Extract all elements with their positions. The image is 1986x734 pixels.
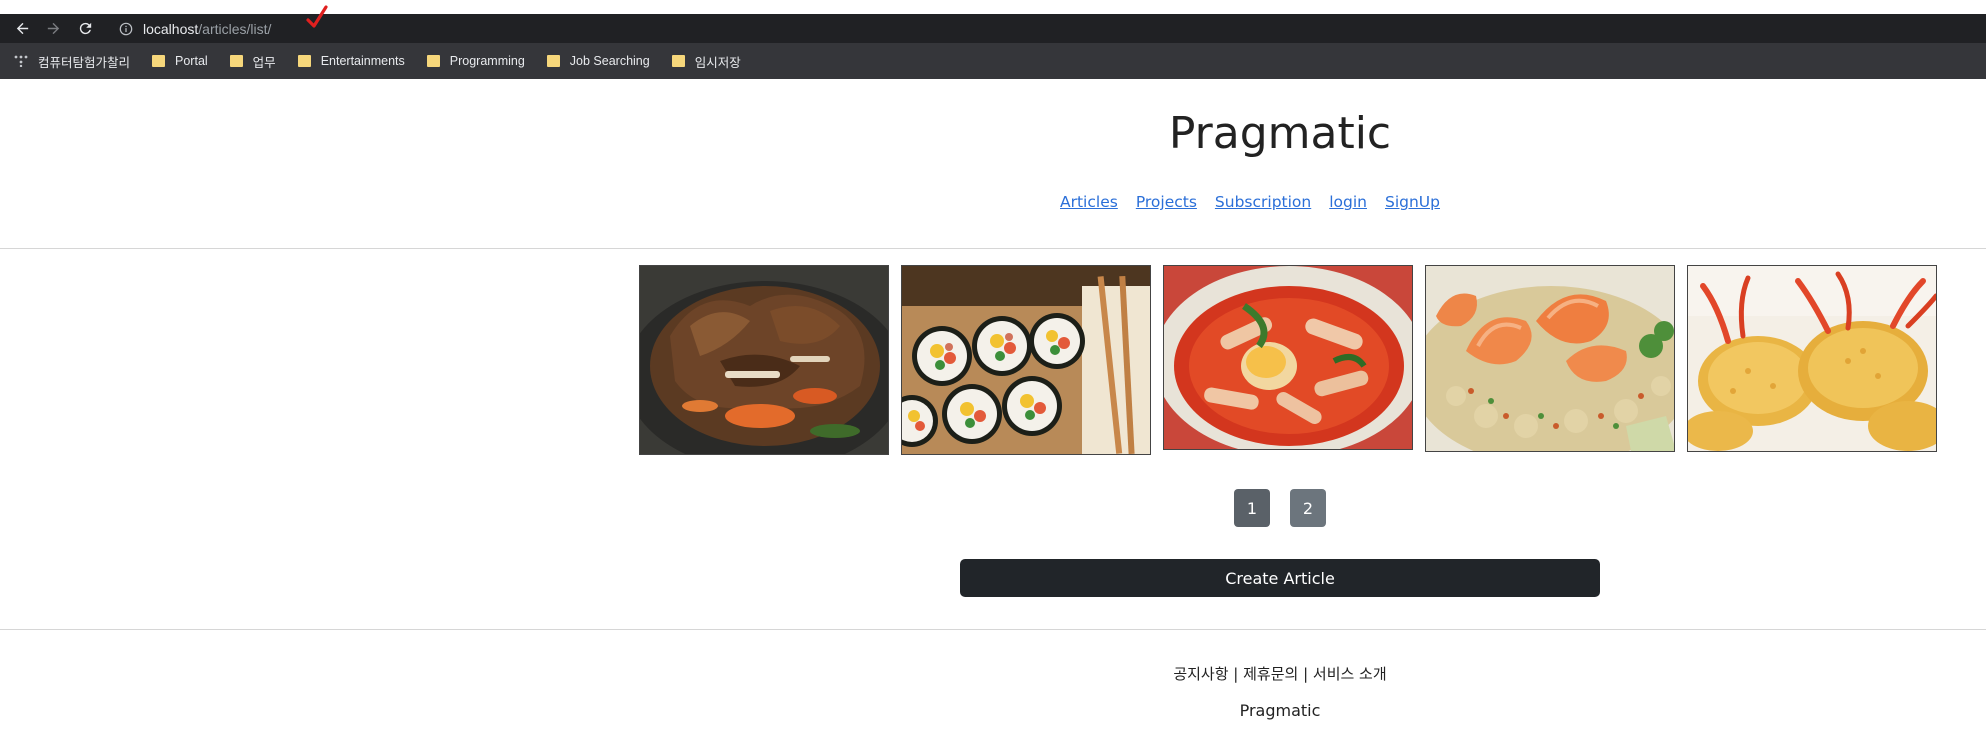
footer-brand: Pragmatic	[1239, 701, 1321, 720]
bookmark-label: Programming	[449, 54, 525, 68]
bookmark-item[interactable]: 임시저장	[671, 52, 741, 71]
site-title: Pragmatic	[1168, 108, 1392, 159]
folder-icon	[671, 55, 685, 67]
nav-link-projects[interactable]: Projects	[1136, 193, 1197, 211]
bookmark-label: 컴퓨터탐험가찰리	[38, 55, 131, 70]
bookmark-item[interactable]: Portal	[152, 54, 208, 68]
arrow-left-icon	[16, 22, 28, 35]
article-card[interactable]	[639, 265, 889, 455]
bookmark-label: 업무	[252, 55, 276, 70]
bookmark-item[interactable]: 업무	[229, 52, 276, 71]
article-card[interactable]	[1425, 265, 1675, 452]
bookmark-item[interactable]: 컴퓨터탐험가찰리	[14, 52, 130, 71]
bookmarks-bar: 컴퓨터탐험가찰리 Portal 업무 Entertainments Progra…	[0, 43, 1986, 79]
bookmark-label: 임시저장	[694, 55, 741, 70]
gimbap-photo	[902, 266, 1150, 454]
info-icon[interactable]	[118, 21, 133, 36]
url-text: localhost/articles/list/	[143, 21, 271, 37]
nav-link-signup[interactable]: SignUp	[1385, 193, 1440, 211]
bookmark-item[interactable]: Entertainments	[297, 54, 405, 68]
back-button[interactable]	[10, 14, 34, 43]
create-article-button[interactable]: Create Article	[960, 559, 1600, 597]
forward-button[interactable]	[41, 14, 65, 43]
arrow-right-icon	[47, 22, 59, 35]
nav-link-articles[interactable]: Articles	[1060, 193, 1118, 211]
galbi-stew-photo	[640, 266, 888, 454]
header-divider	[0, 248, 1986, 249]
footer-divider	[0, 629, 1986, 630]
page-button-2[interactable]: 2	[1290, 489, 1326, 527]
reload-icon	[79, 22, 91, 35]
checkmark-annotation-icon	[306, 5, 328, 28]
bookmark-label: Portal	[175, 54, 208, 68]
tteokbokki-photo	[1164, 266, 1412, 449]
bookmark-label: Job Searching	[569, 54, 650, 68]
article-card[interactable]	[901, 265, 1151, 455]
apps-icon	[14, 55, 28, 67]
main-nav: Articles Projects Subscription login Sig…	[1060, 193, 1458, 211]
bookmark-label: Entertainments	[320, 54, 405, 68]
shrimp-fried-rice-photo	[1426, 266, 1674, 451]
article-gallery	[639, 265, 1937, 455]
fried-shrimp-photo	[1688, 266, 1936, 451]
bookmark-item[interactable]: Job Searching	[546, 54, 650, 68]
folder-icon	[229, 55, 243, 67]
folder-icon	[546, 55, 560, 67]
nav-link-subscription[interactable]: Subscription	[1215, 193, 1311, 211]
nav-link-login[interactable]: login	[1329, 193, 1367, 211]
bookmark-item[interactable]: Programming	[426, 54, 525, 68]
folder-icon	[297, 55, 311, 67]
url-host: localhost	[143, 20, 199, 37]
folder-icon	[426, 55, 440, 67]
url-field[interactable]: localhost/articles/list/	[110, 14, 1986, 43]
browser-address-bar: localhost/articles/list/	[0, 5, 1986, 43]
reload-button[interactable]	[73, 14, 97, 43]
page-button-1[interactable]: 1	[1234, 489, 1270, 527]
footer-links[interactable]: 공지사항 | 제휴문의 | 서비스 소개	[1000, 663, 1560, 684]
article-card[interactable]	[1687, 265, 1937, 452]
folder-icon	[152, 55, 166, 67]
url-path: /articles/list/	[198, 20, 272, 37]
article-card[interactable]	[1163, 265, 1413, 450]
pagination: 1 2	[1234, 489, 1326, 527]
